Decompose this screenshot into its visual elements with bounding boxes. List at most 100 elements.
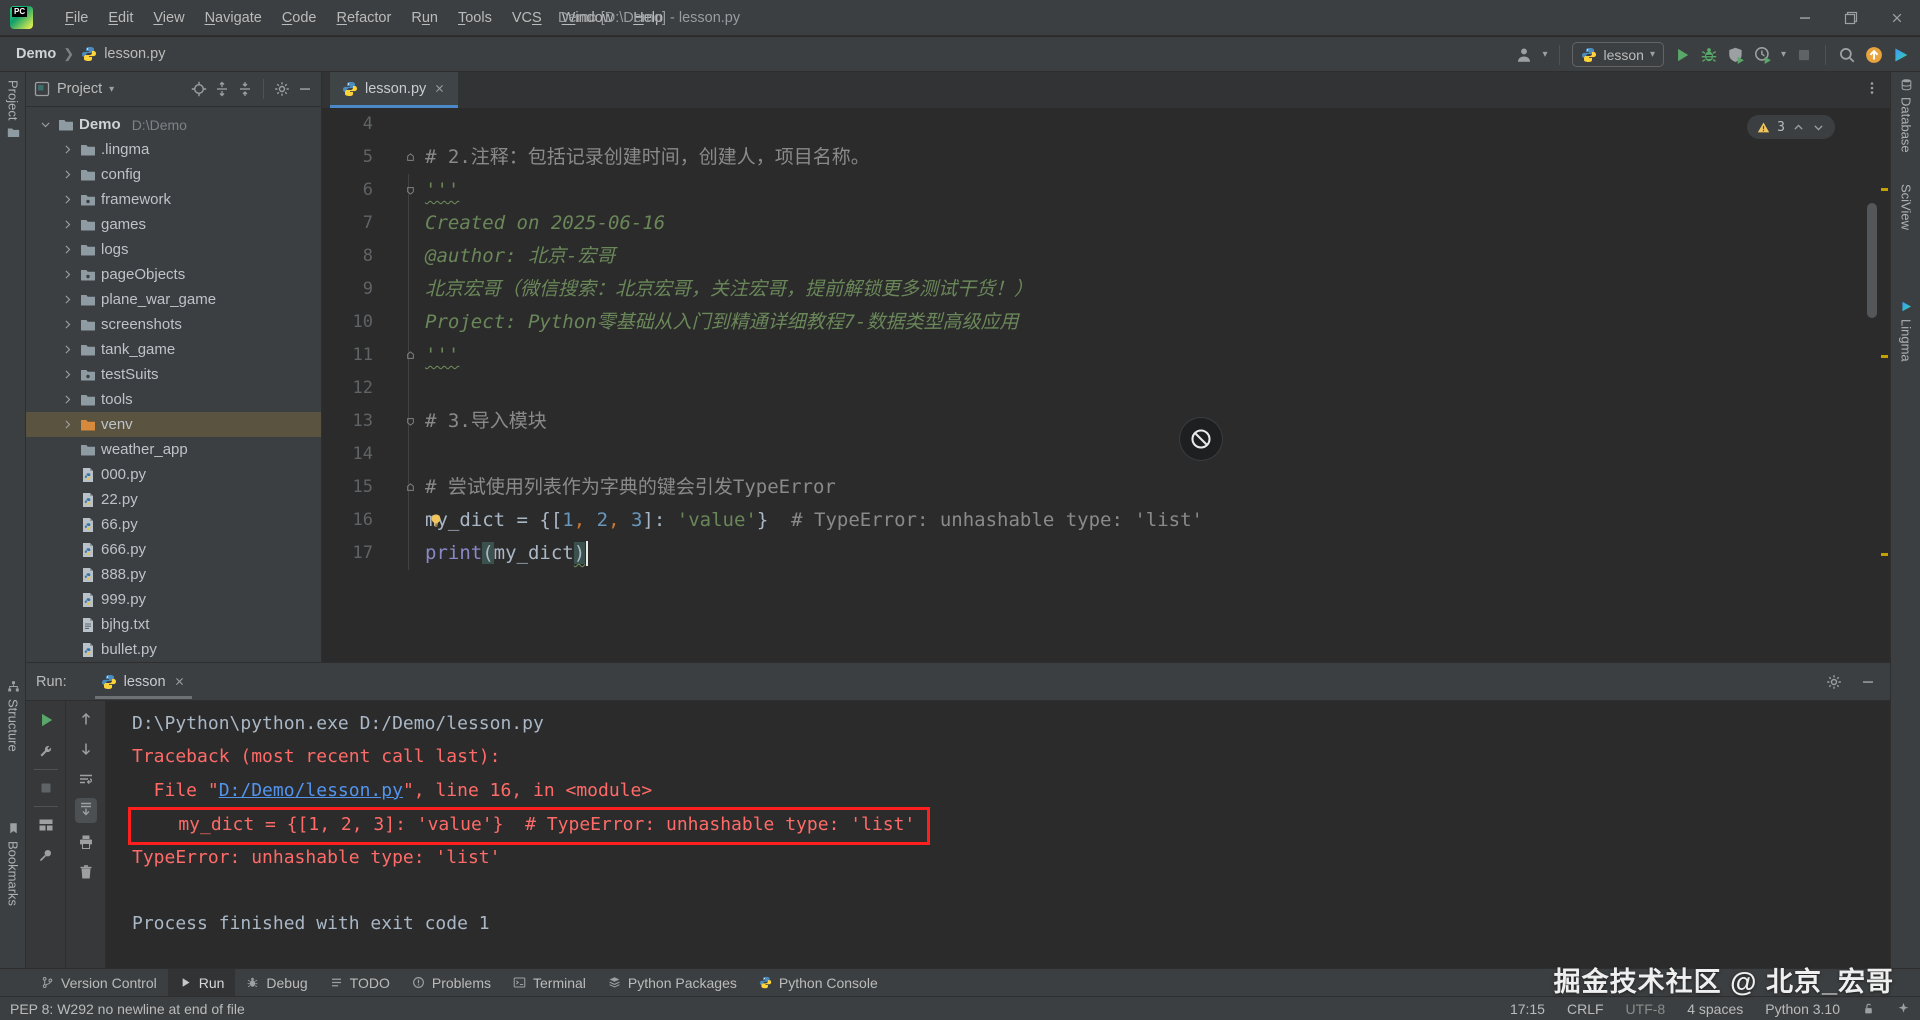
line-number[interactable]: 8 xyxy=(322,240,373,273)
code-line-15[interactable]: 15 # 尝试使用列表作为字典的键会引发TypeError xyxy=(322,471,1890,504)
tool-window-button-debug[interactable]: Debug xyxy=(235,969,318,997)
tree-item-22-py[interactable]: 22.py xyxy=(26,487,321,512)
tool-window-button-python-packages[interactable]: Python Packages xyxy=(597,969,748,997)
rerun-button[interactable] xyxy=(37,711,55,729)
tree-item-venv[interactable]: venv xyxy=(26,412,321,437)
status-value-python-3.10[interactable]: Python 3.10 xyxy=(1765,1001,1840,1017)
tree-item-logs[interactable]: logs xyxy=(26,237,321,262)
run-console[interactable]: D:\Python\python.exe D:/Demo/lesson.py Tr… xyxy=(106,701,1890,968)
gear-icon[interactable] xyxy=(1826,674,1842,690)
fold-gutter[interactable] xyxy=(373,207,425,240)
fold-gutter[interactable] xyxy=(373,240,425,273)
line-number[interactable]: 6 xyxy=(322,174,373,207)
menu-refactor[interactable]: Refactor xyxy=(327,8,402,28)
fold-gutter[interactable] xyxy=(373,273,425,306)
editor-body[interactable]: 4 5 # 2.注释：包括记录创建时间，创建人，项目名称。 6 ''' 7 Created … xyxy=(322,108,1890,662)
tab-options-icon[interactable] xyxy=(1864,80,1880,96)
wrench-icon[interactable] xyxy=(38,743,54,759)
chevron-down-icon[interactable]: ▾ xyxy=(109,84,114,95)
line-number[interactable]: 9 xyxy=(322,273,373,306)
code-line-13[interactable]: 13 # 3.导入模块 xyxy=(322,405,1890,438)
menu-file[interactable]: File xyxy=(55,8,98,28)
lingma-icon[interactable] xyxy=(1892,46,1910,64)
up-stack-trace-button[interactable] xyxy=(78,711,94,727)
fold-gutter[interactable] xyxy=(373,306,425,339)
fold-gutter[interactable] xyxy=(373,372,425,405)
clear-console-button[interactable] xyxy=(78,864,94,880)
line-number[interactable]: 16 xyxy=(322,504,373,537)
restore-layout-button[interactable] xyxy=(38,817,54,833)
tree-item-testsuits[interactable]: testSuits xyxy=(26,362,321,387)
line-number[interactable]: 11 xyxy=(322,339,373,372)
fold-gutter[interactable] xyxy=(373,471,425,504)
tree-item--lingma[interactable]: .lingma xyxy=(26,137,321,162)
scroll-to-end-button[interactable] xyxy=(78,801,94,817)
menu-view[interactable]: View xyxy=(143,8,194,28)
fold-gutter[interactable] xyxy=(373,339,425,372)
stop-button[interactable] xyxy=(1795,46,1813,64)
close-tab-icon[interactable] xyxy=(173,675,186,688)
breadcrumb-file[interactable]: lesson.py xyxy=(104,46,165,62)
soft-wrap-button[interactable] xyxy=(78,771,94,787)
tree-item-screenshots[interactable]: screenshots xyxy=(26,312,321,337)
code-line-12[interactable]: 12 xyxy=(322,372,1890,405)
fold-gutter[interactable] xyxy=(373,405,425,438)
tool-stripe-lingma[interactable]: Lingma xyxy=(1891,300,1920,362)
status-value-utf-8[interactable]: UTF-8 xyxy=(1626,1001,1666,1017)
hide-panel-button[interactable] xyxy=(297,81,313,97)
tree-item-tools[interactable]: tools xyxy=(26,387,321,412)
tool-window-button-problems[interactable]: Problems xyxy=(401,969,502,997)
menu-run[interactable]: Run xyxy=(401,8,448,28)
code-line-9[interactable]: 9 北京宏哥（微信搜索：北京宏哥，关注宏哥，提前解锁更多测试干货！） xyxy=(322,273,1890,306)
code-line-17[interactable]: 17 print(my_dict) xyxy=(322,537,1890,570)
update-notification-icon[interactable] xyxy=(1865,46,1883,64)
status-message[interactable]: PEP 8: W292 no newline at end of file xyxy=(10,1001,245,1017)
maximize-button[interactable] xyxy=(1828,0,1874,36)
pin-tab-button[interactable] xyxy=(38,847,54,863)
locate-file-button[interactable] xyxy=(191,81,207,97)
tree-item-config[interactable]: config xyxy=(26,162,321,187)
next-problem-icon[interactable] xyxy=(1812,121,1825,134)
tool-window-button-version-control[interactable]: Version Control xyxy=(30,969,168,997)
user-icon[interactable] xyxy=(1515,46,1533,64)
previous-problem-icon[interactable] xyxy=(1792,121,1805,134)
code-line-7[interactable]: 7 Created on 2025-06-16 xyxy=(322,207,1890,240)
status-value-17-15[interactable]: 17:15 xyxy=(1510,1001,1545,1017)
tool-stripe-project[interactable]: Project xyxy=(0,80,26,139)
hide-panel-button[interactable] xyxy=(1860,674,1876,690)
down-stack-trace-button[interactable] xyxy=(78,741,94,757)
tree-item-tank-game[interactable]: tank_game xyxy=(26,337,321,362)
code-line-4[interactable]: 4 xyxy=(322,108,1890,141)
tree-item-888-py[interactable]: 888.py xyxy=(26,562,321,587)
code-line-16[interactable]: 16 my_dict = {[1, 2, 3]: 'value'} # TypeE… xyxy=(322,504,1890,537)
minimize-button[interactable] xyxy=(1782,0,1828,36)
code-line-5[interactable]: 5 # 2.注释：包括记录创建时间，创建人，项目名称。 xyxy=(322,141,1890,174)
tree-item-weather-app[interactable]: weather_app xyxy=(26,437,321,462)
tool-window-button-run[interactable]: Run xyxy=(167,968,236,997)
menu-tools[interactable]: Tools xyxy=(448,8,502,28)
tool-window-button-todo[interactable]: TODO xyxy=(319,969,401,997)
line-number[interactable]: 5 xyxy=(322,141,373,174)
status-value-crlf[interactable]: CRLF xyxy=(1567,1001,1604,1017)
line-number[interactable]: 15 xyxy=(322,471,373,504)
line-number[interactable]: 13 xyxy=(322,405,373,438)
fold-gutter[interactable] xyxy=(373,174,425,207)
tree-item-66-py[interactable]: 66.py xyxy=(26,512,321,537)
menu-vcs[interactable]: VCS xyxy=(502,8,552,28)
line-number[interactable]: 14 xyxy=(322,438,373,471)
menu-code[interactable]: Code xyxy=(272,8,327,28)
code-line-10[interactable]: 10 Project: Python零基础从入门到精通详细教程7-数据类型高级应用 xyxy=(322,306,1890,339)
project-panel-title[interactable]: Project xyxy=(57,81,102,97)
editor-scrollbar[interactable] xyxy=(1867,203,1877,318)
run-tab-lesson[interactable]: lesson xyxy=(94,663,192,701)
menu-navigate[interactable]: Navigate xyxy=(195,8,272,28)
line-number[interactable]: 12 xyxy=(322,372,373,405)
tab-lesson-py[interactable]: lesson.py xyxy=(330,72,459,108)
stop-button[interactable] xyxy=(38,780,54,796)
profiler-button[interactable] xyxy=(1754,46,1772,64)
collapse-all-button[interactable] xyxy=(237,81,253,97)
close-button[interactable] xyxy=(1874,0,1920,36)
run-configuration-select[interactable]: lesson ▾ xyxy=(1572,42,1664,67)
tree-item-demo[interactable]: Demo D:\Demo xyxy=(26,112,321,137)
print-icon[interactable] xyxy=(78,834,94,850)
